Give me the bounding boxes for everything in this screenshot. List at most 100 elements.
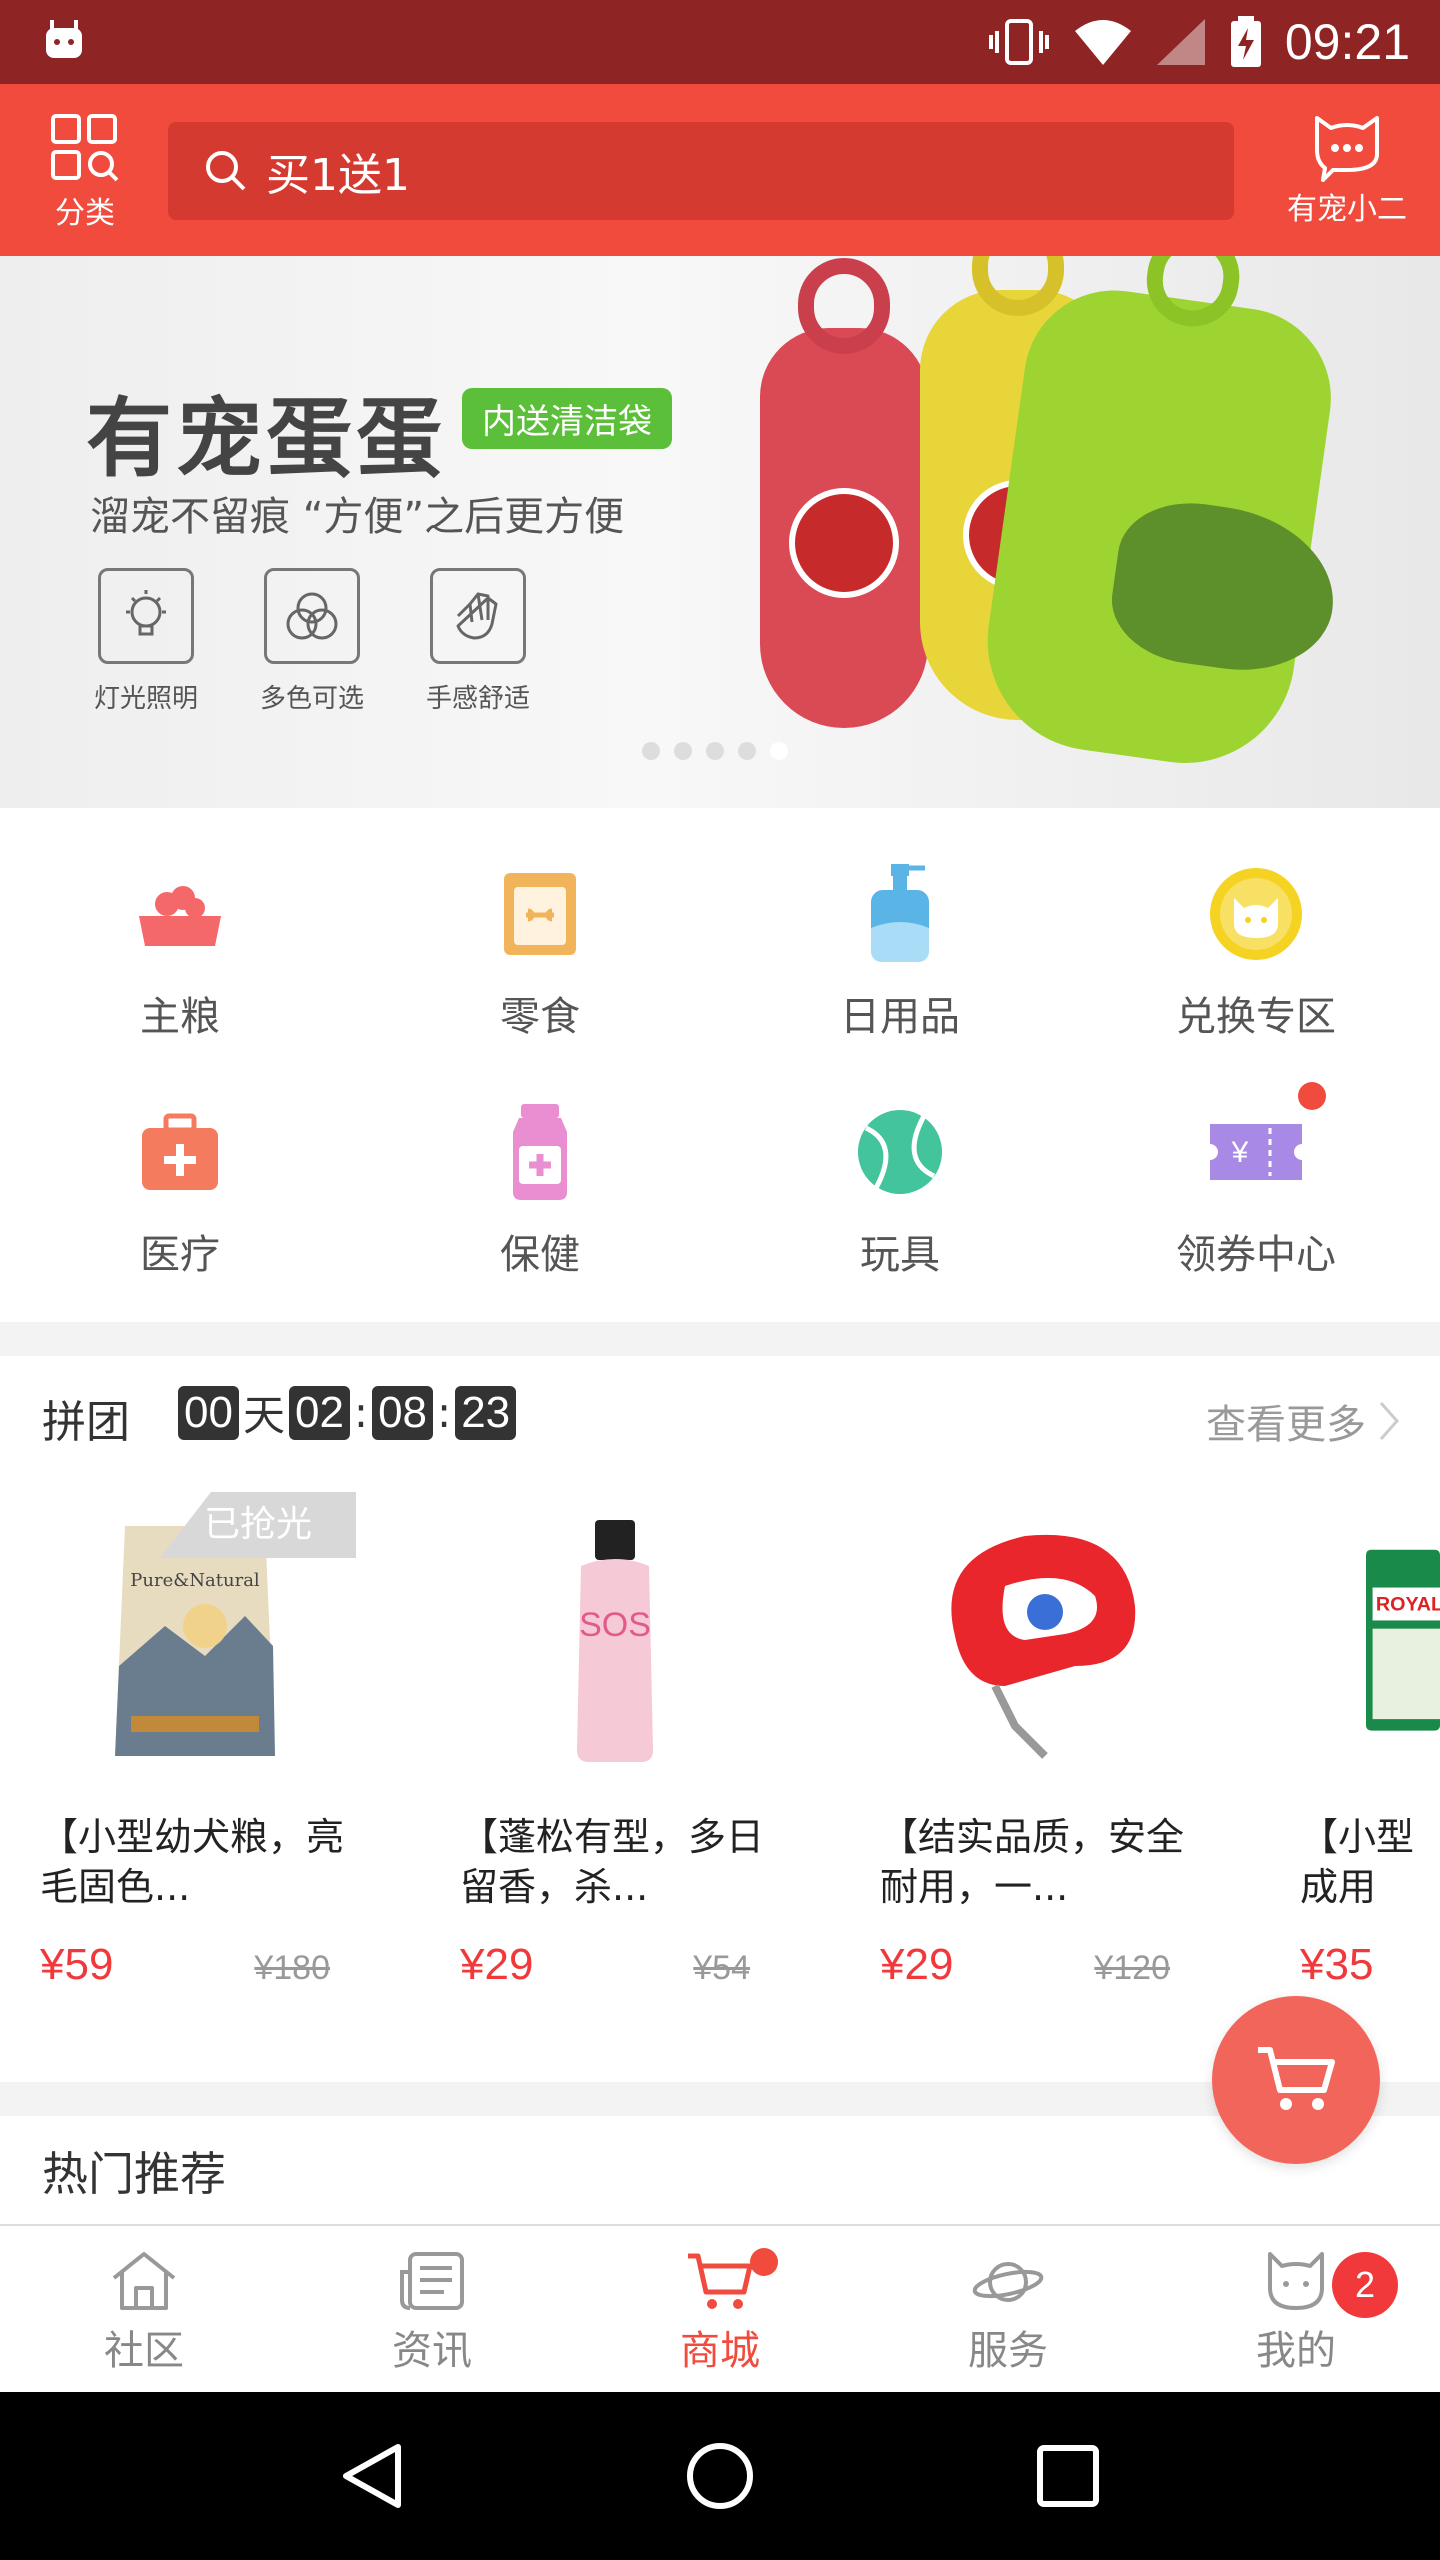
countdown-timer: 00 天 02 : 08 : 23 <box>178 1382 517 1443</box>
feature-label: 手感舒适 <box>425 684 530 714</box>
home-circle-icon[interactable] <box>685 2441 755 2511</box>
category-medical[interactable]: 医疗 <box>30 1102 330 1280</box>
product-card[interactable]: Pure&Natural 已抢光 【小型幼犬粮，亮毛固色... ¥59 ¥180 <box>40 1492 370 1990</box>
shampoo-bottle-image: SOS <box>577 1520 653 1762</box>
category-label: 日用品 <box>840 994 960 1040</box>
home-icon <box>112 2252 176 2310</box>
cat-chat-icon <box>1315 116 1379 182</box>
banner-subtitle: 溜宠不留痕 “方便”之后更方便 <box>90 494 625 540</box>
cart-icon <box>688 2253 753 2309</box>
category-label: 主粮 <box>140 994 220 1040</box>
product-image: ROYAL <box>1366 1506 1440 1776</box>
category-staple-food[interactable]: 主粮 <box>30 864 330 1042</box>
color-circles-icon <box>286 592 338 640</box>
dog-leash-image <box>951 1534 1136 1759</box>
product-original-price: ¥120 <box>1094 1949 1170 1987</box>
product-name: 【结实品质，安全耐用，一... <box>880 1815 1185 1909</box>
view-more-label: 查看更多 <box>1206 1402 1366 1448</box>
tab-news[interactable]: 资讯 <box>288 2226 576 2392</box>
tab-label: 资讯 <box>392 2328 472 2374</box>
hot-recommend-header: 热门推荐 <box>0 2116 1440 2224</box>
section-divider <box>0 1322 1440 1356</box>
tab-label: 商城 <box>680 2328 760 2374</box>
product-price: ¥35 <box>1300 1940 1374 1989</box>
product-name: 【蓬松有型，多日留香，杀... <box>460 1815 765 1909</box>
category-button[interactable]: 分类 <box>40 112 130 232</box>
timer-separator: : <box>353 1388 369 1437</box>
message-count-badge: 2 <box>1332 2252 1398 2318</box>
coupon-icon: ¥ <box>1210 1124 1302 1180</box>
promo-banner[interactable]: 有宠蛋蛋 内送清洁袋 溜宠不留痕 “方便”之后更方便 灯光照明 多色可选 手感舒… <box>0 256 1440 808</box>
tab-label: 社区 <box>104 2328 184 2374</box>
cat-profile-icon <box>1268 2252 1324 2310</box>
category-label: 玩具 <box>860 1232 940 1278</box>
product-card[interactable]: 【结实品质，安全耐用，一... ¥29 ¥120 <box>880 1506 1210 1990</box>
timer-seconds: 23 <box>455 1385 517 1440</box>
category-snacks[interactable]: 零食 <box>390 864 690 1042</box>
planet-icon <box>972 2262 1044 2302</box>
hot-recommend-title: 热门推荐 <box>42 2147 226 2201</box>
light-bulb-icon <box>126 590 166 636</box>
cat-coin-icon <box>1210 868 1302 960</box>
timer-minutes: 08 <box>372 1385 434 1440</box>
product-bottle-red <box>760 258 928 728</box>
banner-tag: 内送清洁袋 <box>462 388 672 449</box>
group-buy-title: 拼团 <box>42 1397 130 1448</box>
recents-icon[interactable] <box>1036 2444 1100 2508</box>
back-icon[interactable] <box>340 2441 404 2511</box>
bottle-brand-text: SOS <box>579 1606 651 1644</box>
category-grid: 主粮 零食 日用品 兑换专区 医疗 保健 玩具 ¥ 领券中心 <box>0 808 1440 1322</box>
category-label: 零食 <box>500 994 580 1040</box>
coupon-symbol: ¥ <box>1231 1136 1249 1169</box>
status-bar: 09:21 <box>0 0 1440 84</box>
category-exchange[interactable]: 兑换专区 <box>1106 864 1406 1042</box>
category-daily-goods[interactable]: 日用品 <box>750 864 1050 1042</box>
clock: 09:21 <box>1284 14 1410 70</box>
system-nav-bar <box>0 2392 1440 2560</box>
service-label: 有宠小二 <box>1287 192 1407 227</box>
timer-day-unit: 天 <box>242 1391 285 1440</box>
product-card[interactable]: SOS 【蓬松有型，多日留香，杀... ¥29 ¥54 <box>460 1506 790 1990</box>
floating-cart-button[interactable] <box>1212 1996 1380 2164</box>
top-header: 分类 有宠小二 <box>0 84 1440 256</box>
banner-feature-light: 灯光照明 <box>76 568 216 715</box>
customer-service-button[interactable]: 有宠小二 <box>1262 110 1432 228</box>
feature-label: 多色可选 <box>259 684 364 714</box>
search-icon <box>206 151 246 191</box>
food-bowl-icon <box>139 886 221 946</box>
shampoo-bottle-icon <box>871 864 929 962</box>
view-more-link[interactable]: 查看更多 <box>1206 1392 1400 1450</box>
tab-profile[interactable]: 2 我的 <box>1152 2226 1440 2392</box>
category-coupon-center[interactable]: ¥ 领券中心 <box>1106 1082 1406 1280</box>
group-buy-section: 拼团 00 天 02 : 08 : 23 查看更多 Pure&Natural 已… <box>0 1356 1440 2082</box>
snack-bag-icon <box>504 873 576 955</box>
timer-separator: : <box>437 1388 452 1437</box>
notification-dot <box>750 2248 778 2276</box>
wifi-icon <box>1074 20 1131 65</box>
product-image: Pure&Natural 已抢光 <box>60 1492 356 1776</box>
category-label: 保健 <box>500 1232 580 1278</box>
timer-days: 00 <box>178 1385 239 1440</box>
signal-icon <box>1156 19 1205 65</box>
category-health[interactable]: 保健 <box>390 1102 690 1280</box>
category-toys[interactable]: 玩具 <box>750 1102 1050 1280</box>
category-label: 兑换专区 <box>1176 994 1336 1040</box>
category-label: 领券中心 <box>1176 1232 1336 1278</box>
battery-charging-icon <box>1230 16 1261 67</box>
news-icon <box>400 2252 464 2310</box>
product-card[interactable]: ROYAL 【小型成用粮，易 ¥35 <box>1300 1506 1440 1990</box>
product-name: 【小型幼犬粮，亮毛固色... <box>40 1815 345 1909</box>
hand-icon <box>456 592 498 640</box>
tab-service[interactable]: 服务 <box>864 2226 1152 2392</box>
banner-title: 有宠蛋蛋 <box>86 389 446 489</box>
cart-icon <box>1258 2047 1335 2110</box>
tab-mall[interactable]: 商城 <box>576 2226 864 2392</box>
search-bar[interactable] <box>168 122 1234 220</box>
search-input[interactable] <box>266 145 1166 197</box>
banner-feature-touch: 手感舒适 <box>408 568 548 715</box>
product-price: ¥29 <box>460 1940 534 1989</box>
product-original-price: ¥54 <box>693 1949 750 1987</box>
tab-community[interactable]: 社区 <box>0 2226 288 2392</box>
sold-out-tag: 已抢光 <box>160 1492 356 1558</box>
bottom-tab-bar: 社区 资讯 商城 服务 2 我的 <box>0 2224 1440 2392</box>
